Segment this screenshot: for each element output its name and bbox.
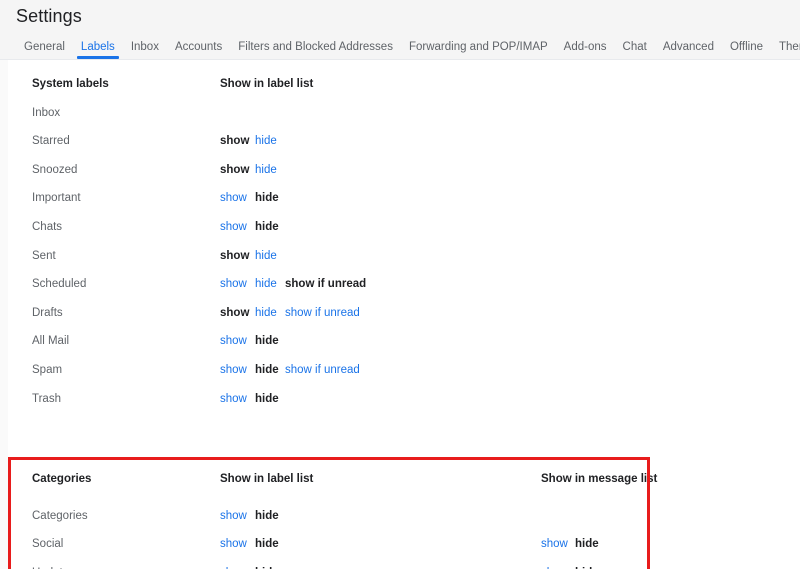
tab-offline[interactable]: Offline (722, 41, 771, 60)
show-option-social[interactable]: show (220, 530, 247, 559)
label-name-spam: Spam (32, 363, 63, 376)
table-row: Important show hide (0, 184, 800, 213)
show-option-all-mail[interactable]: show (220, 327, 247, 356)
show-if-unread-option-drafts[interactable]: show if unread (285, 299, 360, 328)
categories-header-row: Categories Show in label list Show in me… (0, 465, 800, 494)
tab-filters-and-blocked-addresses[interactable]: Filters and Blocked Addresses (230, 41, 401, 60)
settings-page: Settings General Labels Inbox Accounts Filte… (0, 0, 800, 569)
label-name-trash: Trash (32, 392, 61, 405)
label-name-important: Important (32, 192, 81, 205)
table-row: Trash show hide (0, 385, 800, 414)
hide-option-categories: hide (255, 509, 279, 522)
hide-option-spam: hide (255, 363, 279, 376)
settings-tab-bar: General Labels Inbox Accounts Filters and Bl… (0, 32, 800, 60)
label-name-all-mail: All Mail (32, 335, 70, 348)
show-if-unread-option-spam[interactable]: show if unread (285, 356, 360, 385)
tab-themes[interactable]: Themes (771, 41, 800, 60)
hide-option-starred[interactable]: hide (255, 127, 277, 156)
categories-col-label-list: Show in label list (220, 473, 314, 485)
table-row: Scheduled show hide show if unread (0, 270, 800, 299)
hide-option-updates: hide (255, 559, 279, 569)
categories-section: Categories Show in label list Show in me… (0, 457, 800, 569)
show-if-unread-option-scheduled: show if unread (285, 278, 367, 291)
tab-accounts[interactable]: Accounts (167, 41, 230, 60)
tab-add-ons[interactable]: Add-ons (556, 41, 615, 60)
table-row: Spam show hide show if unread (0, 356, 800, 385)
categories-title: Categories (32, 473, 92, 485)
table-row: Social show hide show hide (0, 530, 800, 559)
page-title: Settings (16, 5, 82, 26)
show-option-scheduled[interactable]: show (220, 270, 247, 299)
hide-option-all-mail: hide (255, 335, 279, 348)
table-row: Starred show hide (0, 127, 800, 156)
settings-header: Settings (0, 0, 800, 32)
message-list-show-option-updates[interactable]: show (541, 559, 568, 569)
tab-general[interactable]: General (16, 41, 73, 60)
table-row: Sent show hide (0, 242, 800, 271)
table-row: Drafts show hide show if unread (0, 299, 800, 328)
hide-option-drafts[interactable]: hide (255, 299, 277, 328)
settings-content: System labels Show in label list Inbox St… (0, 60, 800, 569)
show-option-important[interactable]: show (220, 184, 247, 213)
tab-chat[interactable]: Chat (615, 41, 655, 60)
category-name-social: Social (32, 538, 64, 551)
hide-option-important: hide (255, 192, 279, 205)
label-name-starred: Starred (32, 135, 70, 148)
show-option-trash[interactable]: show (220, 385, 247, 414)
hide-option-scheduled[interactable]: hide (255, 270, 277, 299)
table-row: Categories show hide (0, 502, 800, 531)
hide-option-trash: hide (255, 392, 279, 405)
hide-option-social: hide (255, 538, 279, 551)
label-name-inbox: Inbox (32, 106, 61, 119)
categories-col-message-list: Show in message list (541, 473, 658, 485)
table-row: Chats show hide (0, 213, 800, 242)
table-row: Updates show hide show hide (0, 559, 800, 569)
label-name-snoozed: Snoozed (32, 163, 78, 176)
label-name-drafts: Drafts (32, 306, 63, 319)
table-row: All Mail show hide (0, 327, 800, 356)
system-labels-title: System labels (32, 78, 109, 90)
tab-forwarding-and-pop-imap[interactable]: Forwarding and POP/IMAP (401, 41, 556, 60)
label-name-sent: Sent (32, 249, 56, 262)
message-list-hide-option-updates: hide (575, 559, 599, 569)
tab-inbox[interactable]: Inbox (123, 41, 167, 60)
system-labels-section: System labels Show in label list Inbox St… (0, 70, 800, 413)
system-labels-header-row: System labels Show in label list (0, 70, 800, 99)
show-option-snoozed: show (220, 163, 250, 176)
show-option-chats[interactable]: show (220, 213, 247, 242)
label-name-chats: Chats (32, 220, 63, 233)
tab-labels[interactable]: Labels (73, 41, 123, 60)
label-name-scheduled: Scheduled (32, 278, 87, 291)
hide-option-snoozed[interactable]: hide (255, 156, 277, 185)
system-labels-col-label-list: Show in label list (220, 78, 314, 90)
hide-option-chats: hide (255, 220, 279, 233)
message-list-show-option-social[interactable]: show (541, 530, 568, 559)
tab-advanced[interactable]: Advanced (655, 41, 722, 60)
show-option-spam[interactable]: show (220, 356, 247, 385)
category-name-updates: Updates (32, 559, 75, 569)
show-option-sent: show (220, 249, 250, 262)
message-list-hide-option-social: hide (575, 538, 599, 551)
hide-option-sent[interactable]: hide (255, 242, 277, 271)
show-option-starred: show (220, 135, 250, 148)
table-row: Inbox (0, 99, 800, 128)
show-option-updates[interactable]: show (220, 559, 247, 569)
table-row: Snoozed show hide (0, 156, 800, 185)
category-name-categories: Categories (32, 509, 88, 522)
show-option-drafts: show (220, 306, 250, 319)
show-option-categories[interactable]: show (220, 502, 247, 531)
